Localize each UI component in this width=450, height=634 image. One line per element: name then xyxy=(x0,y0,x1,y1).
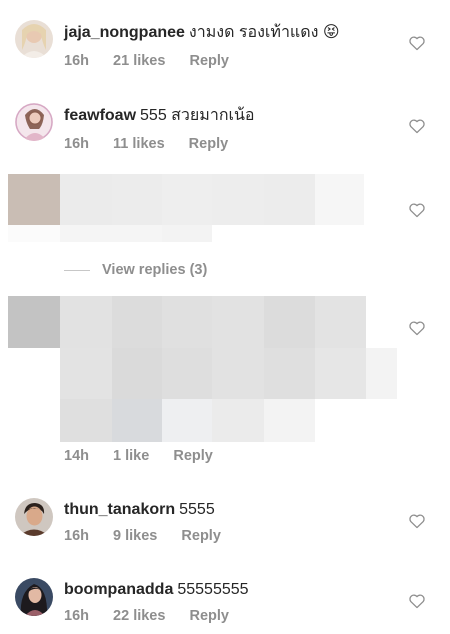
blurred-content xyxy=(315,348,366,399)
view-replies-label: View replies (3) xyxy=(102,262,208,278)
blurred-avatar xyxy=(8,296,60,348)
comment-meta: 16h 9 likes Reply xyxy=(64,528,241,544)
blurred-content xyxy=(212,348,264,399)
comment-username[interactable]: thun_tanakorn xyxy=(64,501,175,518)
blurred-avatar xyxy=(8,174,60,225)
blurred-content xyxy=(264,399,315,442)
comment-text: thun_tanakorn 5555 xyxy=(64,500,215,520)
blurred-content xyxy=(112,348,162,399)
comment-text: jaja_nongpanee งามงด รองเท้าแดง 😝 xyxy=(64,23,340,43)
comment-text: boompanadda 55555555 xyxy=(64,580,249,600)
heart-outline-icon[interactable] xyxy=(408,118,426,134)
comment-time: 16h xyxy=(64,528,89,544)
blurred-content xyxy=(212,296,264,348)
comment-likes[interactable]: 21 likes xyxy=(113,53,165,69)
blurred-content xyxy=(60,348,112,399)
comment-item: jaja_nongpanee งามงด รองเท้าแดง 😝 16h 21 … xyxy=(0,0,450,90)
heart-outline-icon[interactable] xyxy=(408,320,426,336)
heart-outline-icon[interactable] xyxy=(408,35,426,51)
heart-outline-icon[interactable] xyxy=(408,513,426,529)
comment-body: งามงด รองเท้าแดง 😝 xyxy=(188,24,340,41)
comment-meta: 16h 21 likes Reply xyxy=(64,53,249,69)
view-replies-button[interactable]: View replies (3) xyxy=(64,259,207,281)
blurred-content xyxy=(60,174,112,225)
comment-username[interactable]: feawfoaw xyxy=(64,107,136,124)
reply-button[interactable]: Reply xyxy=(189,136,229,152)
comment-item-blurred: 14h 1 like Reply xyxy=(0,296,450,476)
blurred-content xyxy=(162,225,212,242)
heart-outline-icon[interactable] xyxy=(408,202,426,218)
avatar[interactable] xyxy=(15,103,53,141)
blurred-content xyxy=(212,399,264,442)
reply-button[interactable]: Reply xyxy=(189,608,229,624)
blurred-content xyxy=(162,296,212,348)
blurred-content xyxy=(212,174,264,225)
comment-body: 555 สวยมากเน้อ xyxy=(140,107,255,124)
blurred-content xyxy=(264,348,315,399)
comment-text: feawfoaw 555 สวยมากเน้อ xyxy=(64,106,255,126)
blurred-content xyxy=(60,399,112,442)
comment-time: 16h xyxy=(64,53,89,69)
comment-item: feawfoaw 555 สวยมากเน้อ 16h 11 likes Repl… xyxy=(0,90,450,170)
comment-likes[interactable]: 22 likes xyxy=(113,608,165,624)
comment-item: thun_tanakorn 5555 16h 9 likes Reply xyxy=(0,476,450,556)
comment-meta: 14h 1 like Reply xyxy=(64,448,233,464)
blurred-content xyxy=(162,399,212,442)
blurred-content xyxy=(60,296,112,348)
comment-body: 5555 xyxy=(179,501,215,518)
blurred-content xyxy=(264,174,315,225)
reply-button[interactable]: Reply xyxy=(189,53,229,69)
comment-item: boompanadda 55555555 16h 22 likes Reply xyxy=(0,556,450,634)
blurred-content xyxy=(112,399,162,442)
blurred-content xyxy=(264,296,315,348)
comment-username[interactable]: boompanadda xyxy=(64,581,173,598)
comment-likes[interactable]: 11 likes xyxy=(113,136,165,152)
blurred-content xyxy=(162,174,212,225)
comment-likes[interactable]: 1 like xyxy=(113,448,149,464)
blurred-content xyxy=(315,174,364,225)
avatar[interactable] xyxy=(15,578,53,616)
comment-username[interactable]: jaja_nongpanee xyxy=(64,24,185,41)
comment-likes[interactable]: 9 likes xyxy=(113,528,157,544)
blurred-content xyxy=(112,174,162,225)
comment-body: 55555555 xyxy=(177,581,249,598)
comment-meta: 16h 11 likes Reply xyxy=(64,136,248,152)
comment-time: 14h xyxy=(64,448,89,464)
blurred-content xyxy=(112,225,162,242)
blurred-content xyxy=(366,348,397,399)
view-replies-divider xyxy=(64,269,90,271)
reply-button[interactable]: Reply xyxy=(181,528,221,544)
reply-button[interactable]: Reply xyxy=(173,448,213,464)
comment-time: 16h xyxy=(64,608,89,624)
blurred-content xyxy=(162,348,212,399)
avatar[interactable] xyxy=(15,20,53,58)
comment-meta: 16h 22 likes Reply xyxy=(64,608,249,624)
heart-outline-icon[interactable] xyxy=(408,593,426,609)
blurred-content xyxy=(8,225,60,242)
comment-time: 16h xyxy=(64,136,89,152)
blurred-content xyxy=(315,296,366,348)
blurred-content xyxy=(112,296,162,348)
blurred-content xyxy=(60,225,112,242)
comment-item-blurred xyxy=(0,170,450,245)
avatar[interactable] xyxy=(15,498,53,536)
